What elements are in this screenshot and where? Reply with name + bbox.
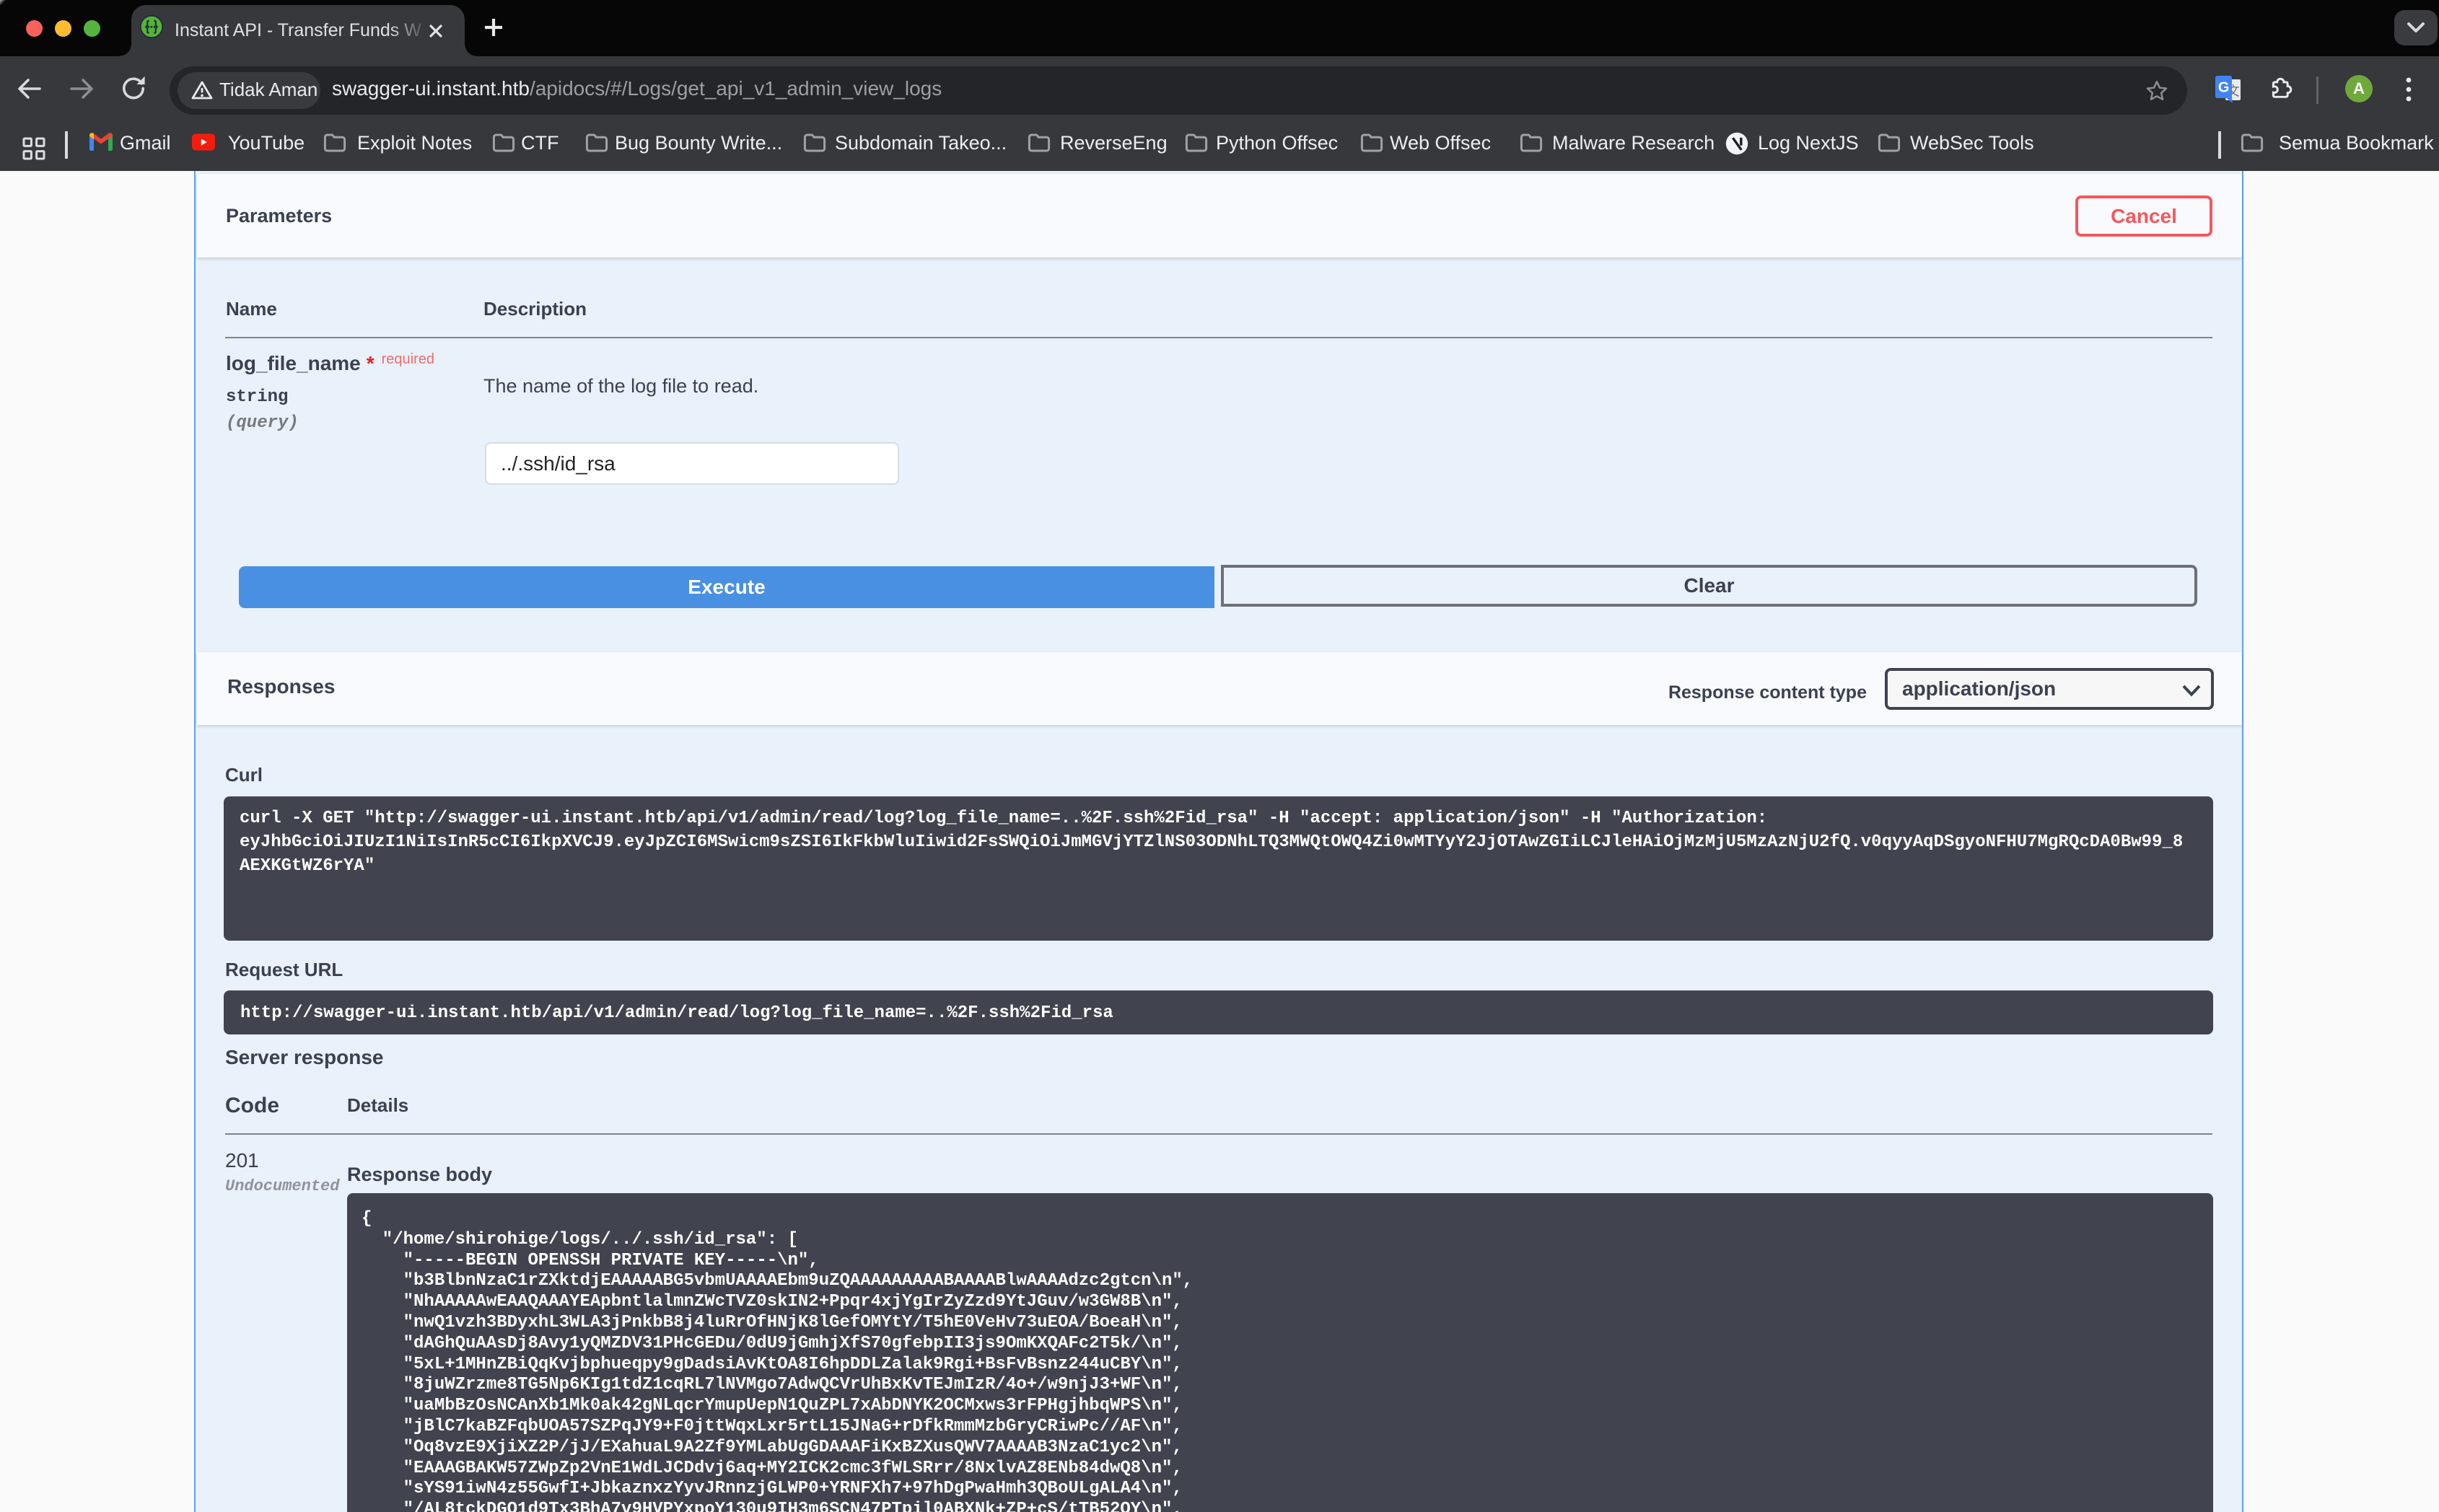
svg-text:G: G	[2218, 80, 2230, 96]
